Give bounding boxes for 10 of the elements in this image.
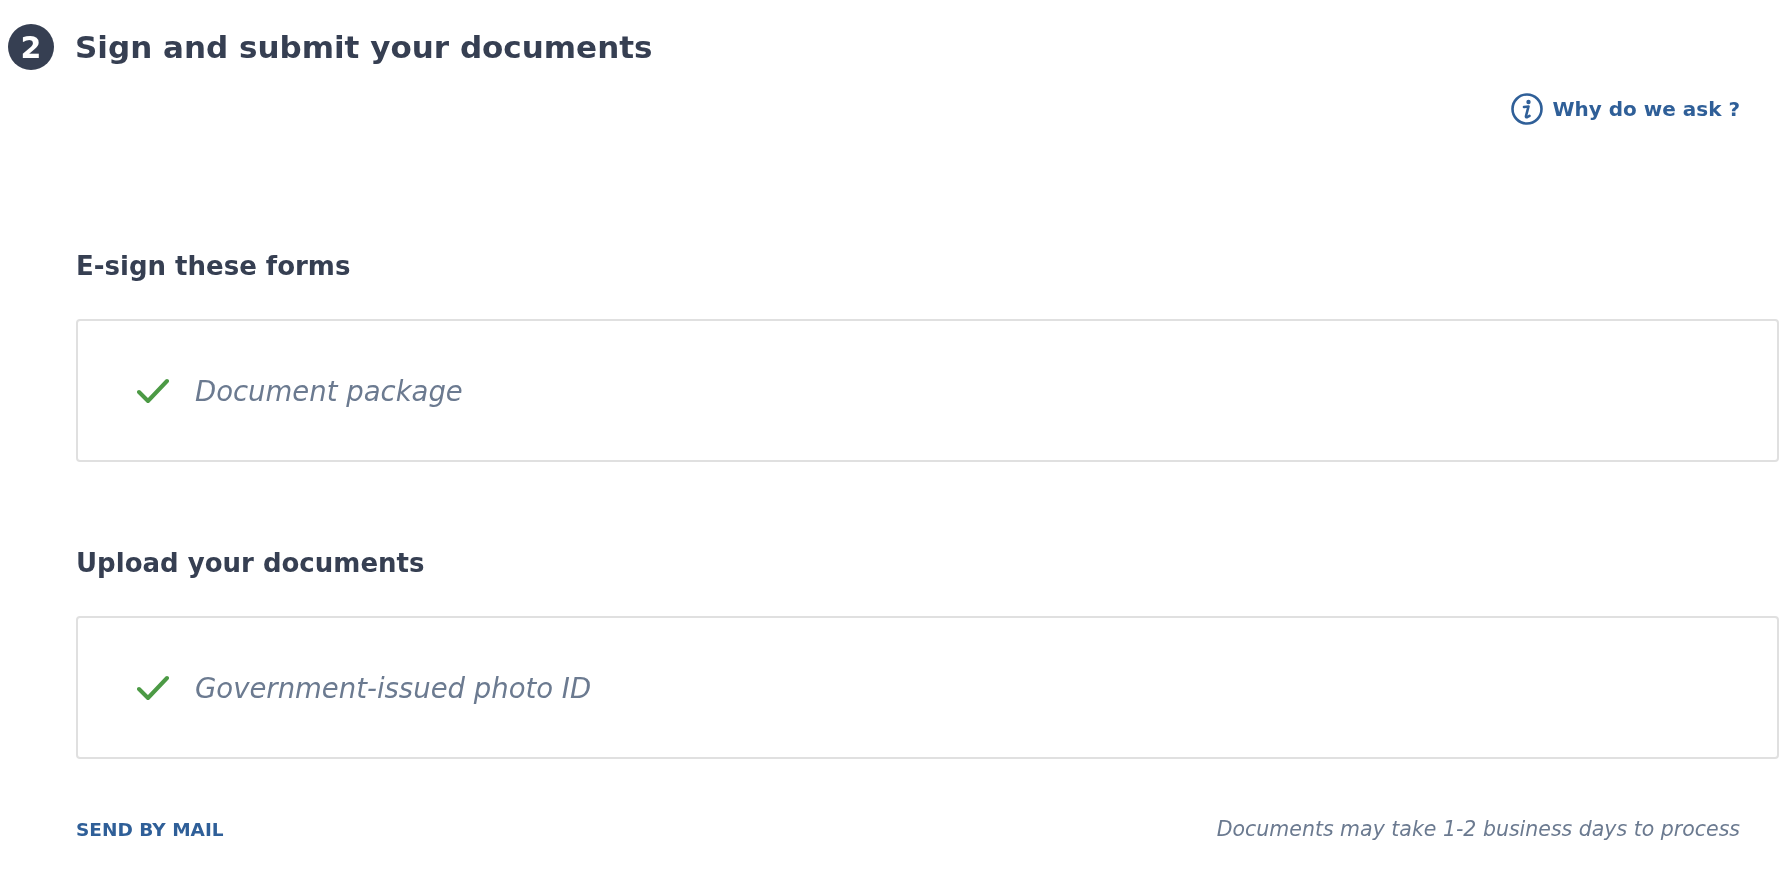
why-do-we-ask-link[interactable]: Why do we ask ? [1511,93,1740,125]
document-label: Government-issued photo ID [195,671,592,704]
step-title: Sign and submit your documents [75,29,653,65]
step-number-badge: 2 [8,24,54,70]
send-by-mail-link[interactable]: SEND BY MAIL [76,818,224,840]
section-title: E-sign these forms [76,251,351,281]
processing-note: Documents may take 1-2 business days to process [1216,817,1740,841]
document-label: Document package [195,374,463,407]
info-icon [1511,93,1544,125]
section-title: Upload your documents [76,548,425,578]
